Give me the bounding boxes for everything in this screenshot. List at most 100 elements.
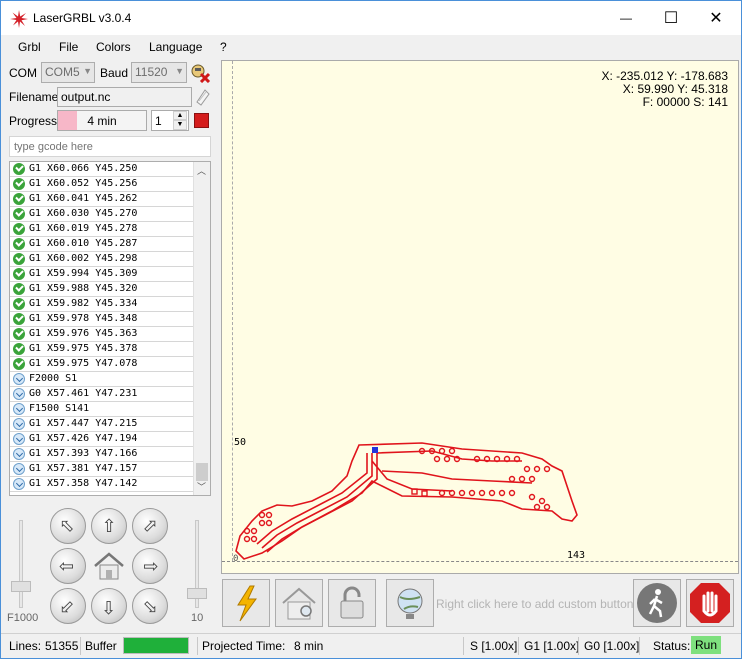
com-port-select[interactable]: COM5 ▼ bbox=[41, 62, 95, 83]
gcode-line[interactable]: G1 X60.002 Y45.298 bbox=[10, 252, 194, 267]
divider bbox=[639, 637, 640, 655]
gcode-line[interactable]: G1 X59.982 Y45.334 bbox=[10, 297, 194, 312]
minimize-button[interactable]: — bbox=[603, 1, 649, 35]
gcode-line[interactable]: F2000 S1 bbox=[10, 372, 194, 387]
filename-label: Filename bbox=[9, 90, 59, 104]
feed-slider-thumb[interactable] bbox=[11, 581, 31, 592]
pending-icon bbox=[13, 478, 25, 490]
gcode-line-text: G1 X59.982 Y45.334 bbox=[29, 298, 138, 309]
gcode-list[interactable]: G1 X60.066 Y45.250 G1 X60.052 Y45.256 G1 X… bbox=[9, 161, 211, 496]
arrow-up-icon: ⇧ bbox=[101, 515, 117, 536]
gcode-line-text: G1 X59.975 Y45.378 bbox=[29, 343, 138, 354]
gcode-line[interactable]: G1 X60.030 Y45.270 bbox=[10, 207, 194, 222]
emergency-stop-button[interactable] bbox=[686, 579, 734, 627]
disconnect-icon[interactable] bbox=[189, 63, 211, 83]
maximize-button[interactable]: ☐ bbox=[648, 1, 694, 35]
lines-label: Lines: bbox=[9, 639, 42, 653]
chevron-down-icon: ▼ bbox=[175, 66, 184, 76]
jog-ne-button[interactable]: ⇧ bbox=[132, 508, 168, 544]
gcode-line[interactable]: G1 X59.988 Y45.320 bbox=[10, 282, 194, 297]
check-icon bbox=[13, 313, 25, 325]
gcode-line[interactable]: G1 X57.381 Y47.157 bbox=[10, 462, 194, 477]
scroll-down-icon[interactable]: ﹀ bbox=[197, 480, 206, 493]
arrow-up-right-icon: ⇧ bbox=[137, 513, 163, 539]
gcode-line[interactable]: F1500 S141 bbox=[10, 402, 194, 417]
menu-language[interactable]: Language bbox=[149, 40, 202, 54]
menu-colors[interactable]: Colors bbox=[96, 40, 131, 54]
gcode-scrollbar[interactable]: ︿ ﹀ bbox=[193, 162, 210, 495]
gcode-line[interactable]: G1 X57.358 Y47.142 bbox=[10, 477, 194, 492]
close-button[interactable]: ✕ bbox=[693, 1, 739, 35]
homing-button[interactable] bbox=[275, 579, 323, 627]
jog-w-button[interactable]: ⇧ bbox=[50, 548, 86, 584]
baud-rate-value: 11520 bbox=[135, 65, 168, 79]
jog-se-button[interactable]: ⇧ bbox=[132, 588, 168, 624]
gcode-line-text: G1 X57.447 Y47.215 bbox=[29, 418, 138, 429]
jog-s-button[interactable]: ⇧ bbox=[91, 588, 127, 624]
passes-value: 1 bbox=[155, 114, 162, 128]
gcode-line[interactable]: G1 X60.052 Y45.256 bbox=[10, 177, 194, 192]
set-origin-button[interactable] bbox=[386, 579, 434, 627]
gcode-line[interactable]: G1 X59.978 Y45.348 bbox=[10, 312, 194, 327]
divider bbox=[463, 637, 464, 655]
check-icon bbox=[13, 238, 25, 250]
check-icon bbox=[13, 298, 25, 310]
gcode-line[interactable]: G1 X59.975 Y45.378 bbox=[10, 342, 194, 357]
jog-nw-button[interactable]: ⇧ bbox=[50, 508, 86, 544]
g1-override[interactable]: G1 [1.00x] bbox=[524, 639, 579, 653]
step-slider-thumb[interactable] bbox=[187, 588, 207, 599]
scroll-thumb[interactable] bbox=[196, 463, 208, 481]
gcode-line-text: G0 X57.461 Y47.231 bbox=[29, 388, 138, 399]
jog-n-button[interactable]: ⇧ bbox=[91, 508, 127, 544]
check-icon bbox=[13, 283, 25, 295]
menu-grbl[interactable]: Grbl bbox=[18, 40, 41, 54]
open-file-icon[interactable] bbox=[195, 88, 211, 106]
feed-slider-track[interactable] bbox=[19, 520, 23, 608]
divider bbox=[197, 637, 198, 655]
gcode-line[interactable]: G0 X57.461 Y47.231 bbox=[10, 387, 194, 402]
abort-walk-button[interactable] bbox=[633, 579, 681, 627]
gcode-line-text: G1 X57.393 Y47.166 bbox=[29, 448, 138, 459]
arrow-down-icon: ⇧ bbox=[101, 596, 117, 617]
jog-e-button[interactable]: ⇧ bbox=[132, 548, 168, 584]
com-label: COM bbox=[9, 66, 37, 80]
gcode-line[interactable]: G1 X59.994 Y45.309 bbox=[10, 267, 194, 282]
stepper-down-icon[interactable]: ▼ bbox=[173, 120, 187, 130]
gcode-command-input[interactable] bbox=[9, 136, 211, 157]
step-value: 10 bbox=[191, 612, 204, 624]
passes-stepper[interactable]: 1 ▲ ▼ bbox=[151, 110, 189, 131]
gcode-line[interactable]: G1 X59.975 Y47.078 bbox=[10, 357, 194, 372]
s-override[interactable]: S [1.00x] bbox=[470, 639, 517, 653]
stepper-up-icon[interactable]: ▲ bbox=[173, 111, 187, 120]
pending-icon bbox=[13, 388, 25, 400]
gcode-line[interactable]: G1 X57.426 Y47.194 bbox=[10, 432, 194, 447]
pending-icon bbox=[13, 433, 25, 445]
run-program-button[interactable] bbox=[222, 579, 270, 627]
menu-help[interactable]: ? bbox=[220, 40, 227, 54]
g0-override[interactable]: G0 [1.00x] bbox=[584, 639, 639, 653]
gcode-line-text: G1 X59.994 Y45.309 bbox=[29, 268, 138, 279]
preview-canvas[interactable]: X: -235.012 Y: -178.683 X: 59.990 Y: 45.… bbox=[221, 60, 739, 574]
custom-buttons-hint[interactable]: Right click here to add custom buttons bbox=[436, 597, 639, 611]
baud-rate-select[interactable]: 11520 ▼ bbox=[131, 62, 187, 83]
unlock-button[interactable] bbox=[328, 579, 376, 627]
jog-sw-button[interactable]: ⇧ bbox=[50, 588, 86, 624]
gcode-line[interactable]: G1 X57.393 Y47.166 bbox=[10, 447, 194, 462]
scroll-up-icon[interactable]: ︿ bbox=[197, 164, 206, 177]
gcode-line-text: G1 X59.978 Y45.348 bbox=[29, 313, 138, 324]
gcode-line[interactable]: G1 X60.066 Y45.250 bbox=[10, 162, 194, 177]
title-bar: LaserGRBL v3.0.4 — ☐ ✕ bbox=[1, 1, 741, 35]
gcode-line[interactable]: G1 X59.976 Y45.363 bbox=[10, 327, 194, 342]
gcode-line[interactable]: G1 X60.041 Y45.262 bbox=[10, 192, 194, 207]
home-icon bbox=[94, 552, 124, 580]
stop-run-button[interactable] bbox=[194, 113, 209, 128]
gcode-line[interactable]: G1 X60.019 Y45.278 bbox=[10, 222, 194, 237]
chevron-down-icon: ▼ bbox=[83, 66, 92, 76]
home-button[interactable] bbox=[91, 548, 127, 584]
menu-file[interactable]: File bbox=[59, 40, 78, 54]
baud-label: Baud bbox=[100, 66, 129, 80]
gcode-line[interactable]: G1 X57.447 Y47.215 bbox=[10, 417, 194, 432]
check-icon bbox=[13, 268, 25, 280]
gcode-line[interactable]: G1 X60.010 Y45.287 bbox=[10, 237, 194, 252]
control-panel: COM COM5 ▼ Baud 11520 ▼ Filename output.nc… bbox=[5, 60, 215, 630]
